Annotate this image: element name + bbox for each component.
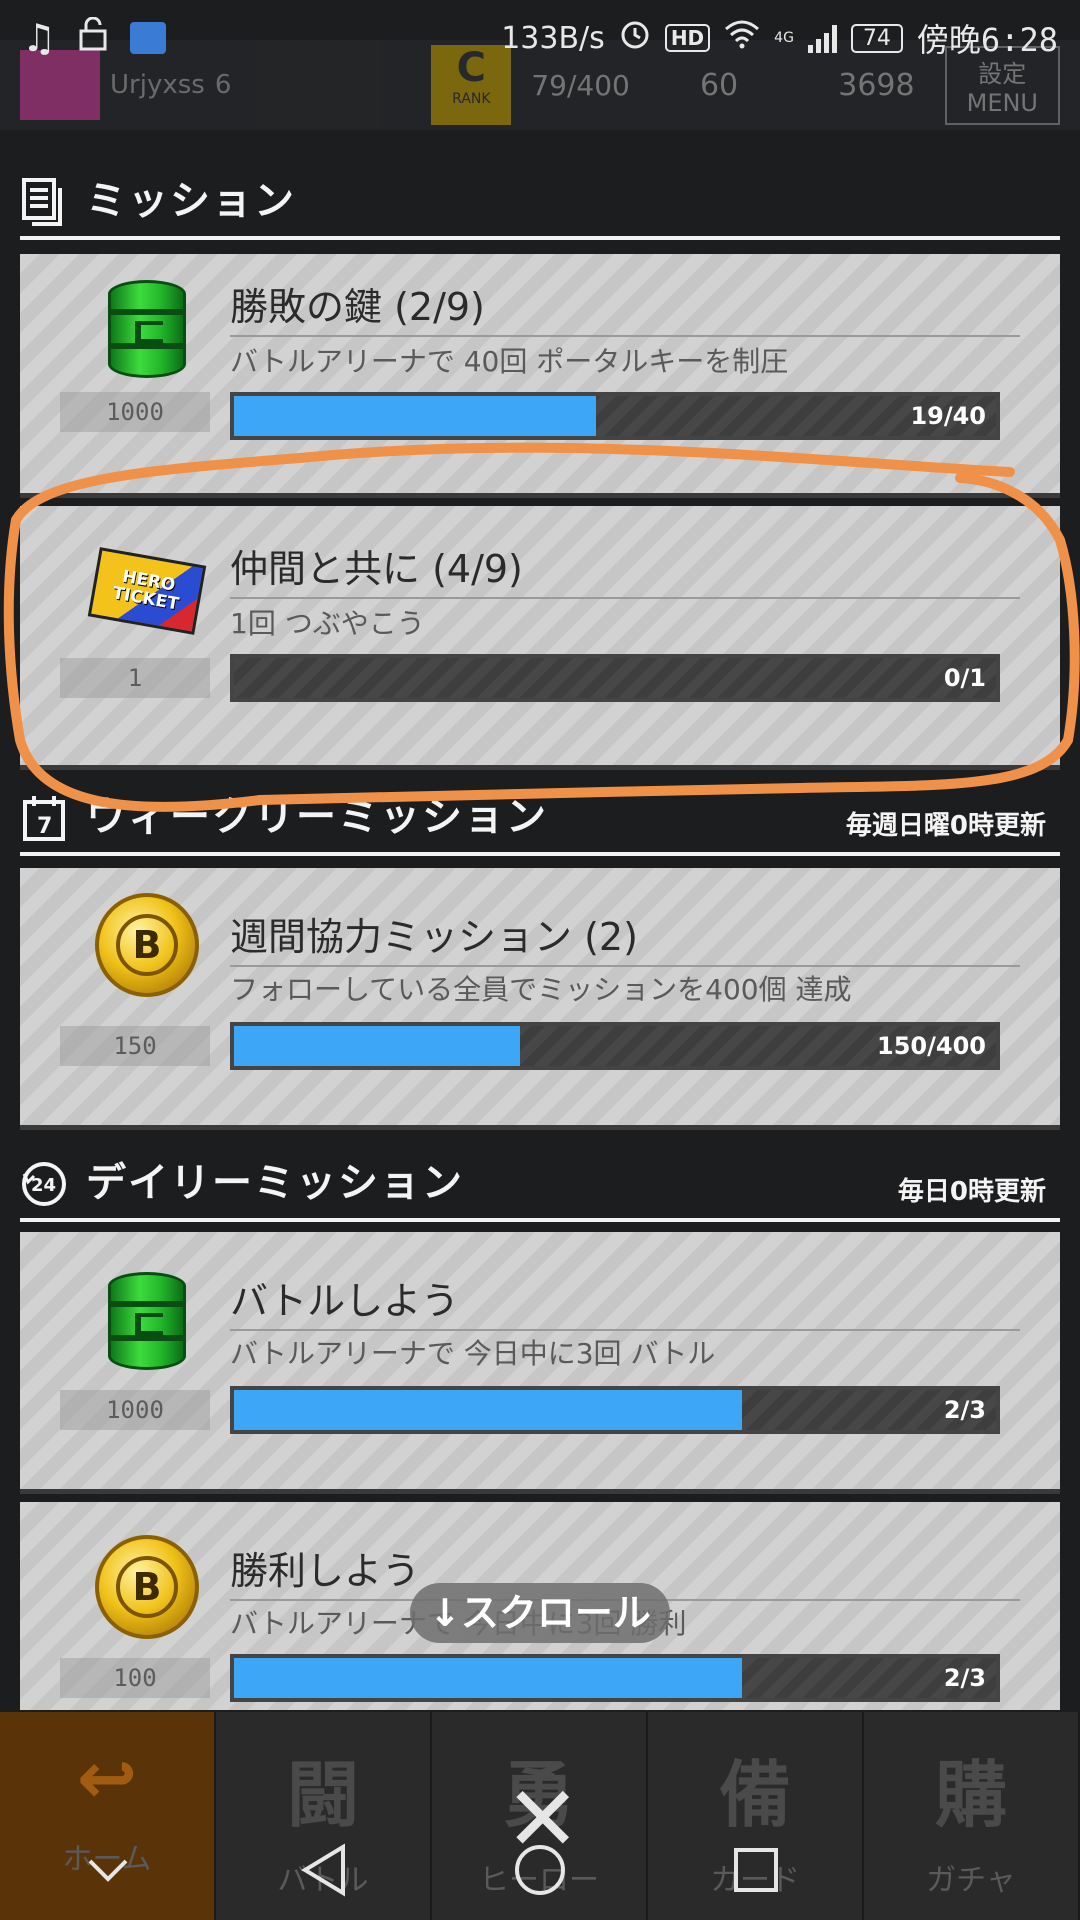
- daily-section-header: 24 デイリーミッション 毎日0時更新: [20, 1150, 1060, 1222]
- battery-icon: 74: [850, 23, 903, 53]
- alarm-icon: [619, 18, 651, 58]
- menu-label: MENU: [966, 88, 1038, 117]
- mission-title: 週間協力ミッション (2): [230, 906, 1020, 967]
- calendar-icon: 7: [20, 794, 68, 842]
- refresh-note: 毎日0時更新: [897, 1177, 1046, 1207]
- hd-badge: HD: [664, 24, 711, 52]
- progress-fill: [234, 1658, 743, 1698]
- progress-text: 2/3: [943, 1664, 986, 1692]
- svg-text:24: 24: [31, 1175, 56, 1196]
- clock: 傍晚6:28: [916, 21, 1058, 59]
- gold-coin-icon: B: [92, 1532, 202, 1642]
- green-barrel-icon: [92, 274, 202, 384]
- missions-section-header: ミッション: [20, 170, 1060, 240]
- signal-icon: [807, 23, 837, 53]
- progress-text: 2/3: [943, 1396, 986, 1424]
- chevron-down-icon[interactable]: [73, 1835, 143, 1905]
- progress-bar: 2/3: [230, 1654, 1000, 1702]
- mission-description: 1回 つぶやこう: [230, 607, 425, 640]
- network-type: 4G: [774, 30, 794, 46]
- back-icon[interactable]: [289, 1835, 359, 1905]
- refresh-note: 毎週日曜0時更新: [845, 811, 1046, 841]
- mission-card[interactable]: 1000 勝敗の鍵 (2/9) バトルアリーナで 40回 ポータルキーを制圧 1…: [20, 254, 1060, 498]
- progress-bar: 0/1: [230, 654, 1000, 702]
- close-button[interactable]: ✕: [505, 1775, 580, 1865]
- svg-text:7: 7: [37, 814, 52, 839]
- home-glyph: ↩: [76, 1736, 138, 1820]
- progress-bar: 2/3: [230, 1386, 1000, 1434]
- rank-label: RANK: [452, 91, 491, 107]
- 24-hour-icon: 24: [20, 1160, 68, 1208]
- section-title: ウィークリーミッション: [86, 794, 548, 840]
- scroll-hint[interactable]: ↓スクロール: [410, 1583, 670, 1643]
- status-right: 133B/s HD 4G 74 傍晚6:28: [501, 15, 1058, 61]
- green-barrel-icon: [92, 1266, 202, 1376]
- gold-coin-icon: B: [92, 890, 202, 1000]
- mission-card[interactable]: HERO TICKET 1 仲間と共に (4/9) 1回 つぶやこう 0/1: [20, 506, 1060, 770]
- reward-count: 1000: [60, 392, 210, 432]
- progress-fill: [234, 396, 596, 436]
- app-notification-icon: [130, 22, 167, 54]
- progress-fill: [234, 1390, 743, 1430]
- mission-description: フォローしている全員でミッションを400個 達成: [230, 973, 852, 1006]
- reward-count: 1: [60, 658, 210, 698]
- mission-description: バトルアリーナで 今日中に3回 バトル: [230, 1337, 716, 1370]
- reward-count: 150: [60, 1026, 210, 1066]
- section-title: デイリーミッション: [86, 1160, 464, 1206]
- progress-fill: [234, 1026, 520, 1066]
- unlock-icon: [78, 16, 108, 60]
- recents-icon[interactable]: [721, 1835, 791, 1905]
- status-left-icons: ♫: [22, 16, 167, 60]
- progress-text: 19/40: [910, 402, 986, 430]
- mission-description: バトルアリーナで 40回 ポータルキーを制圧: [230, 345, 789, 378]
- net-speed: 133B/s: [501, 20, 605, 56]
- section-title: ミッション: [86, 178, 296, 224]
- mission-title: 勝敗の鍵 (2/9): [230, 276, 1020, 337]
- mission-title: バトルしよう: [230, 1270, 1020, 1331]
- mission-card[interactable]: 1000 バトルしよう バトルアリーナで 今日中に3回 バトル 2/3: [20, 1232, 1060, 1494]
- progress-text: 0/1: [943, 664, 986, 692]
- progress-bar: 19/40: [230, 392, 1000, 440]
- progress-bar: 150/400: [230, 1022, 1000, 1070]
- hero-ticket-icon: HERO TICKET: [87, 536, 207, 646]
- wifi-icon: [724, 19, 760, 57]
- music-icon: ♫: [22, 16, 57, 60]
- mission-title: 仲間と共に (4/9): [230, 538, 1020, 599]
- weekly-section-header: 7 ウィークリーミッション 毎週日曜0時更新: [20, 786, 1060, 856]
- mission-card[interactable]: B 150 週間協力ミッション (2) フォローしている全員でミッションを400…: [20, 868, 1060, 1130]
- status-bar: ♫ 133B/s HD 4G 74 傍晚6:28: [0, 0, 1080, 76]
- reward-count: 1000: [60, 1390, 210, 1430]
- reward-count: 100: [60, 1658, 210, 1698]
- document-icon: [20, 178, 68, 226]
- progress-text: 150/400: [877, 1032, 986, 1060]
